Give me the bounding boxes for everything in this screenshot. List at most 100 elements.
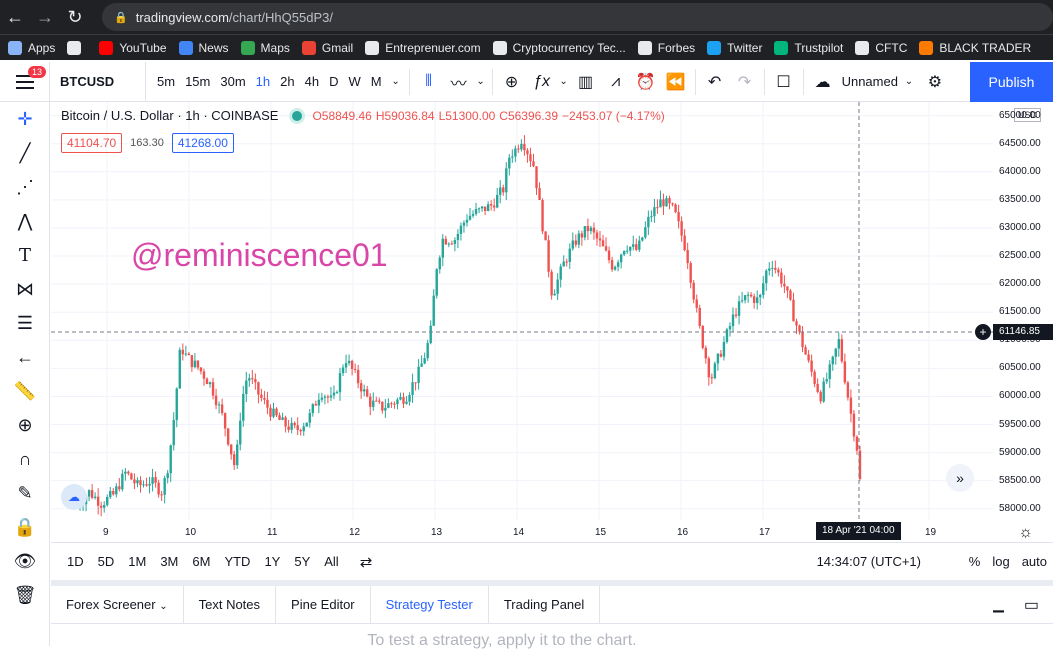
cloud-icon[interactable]: ☁ (808, 62, 838, 102)
bookmark-item[interactable]: News (178, 40, 229, 55)
candle (305, 422, 308, 427)
timeframe-15m[interactable]: 15m (180, 74, 215, 89)
forward-arrow-icon[interactable]: → (30, 0, 60, 34)
range-1y[interactable]: 1Y (257, 554, 287, 569)
chart-pane[interactable]: Bitcoin / U.S. Dollar · 1h · COINBASE O5… (51, 102, 1053, 542)
indicators-icon[interactable]: ƒx (527, 62, 557, 102)
percent-scale-toggle[interactable]: % (969, 554, 981, 569)
timeframe-4h[interactable]: 4h (300, 74, 324, 89)
bookmark-item[interactable]: Forbes (637, 40, 695, 55)
timeframe-W[interactable]: W (343, 74, 365, 89)
chevron-down-icon[interactable]: ⌄ (387, 62, 405, 102)
bookmark-item[interactable]: Cryptocurrency Tec... (492, 40, 626, 55)
pattern-icon[interactable]: ⋀ (0, 204, 50, 238)
menu-button[interactable]: 13 (0, 61, 50, 102)
fullscreen-square-icon[interactable]: ☐ (769, 62, 799, 102)
prediction-tools-icon[interactable]: ☰ (0, 306, 50, 340)
sell-button[interactable]: 41104.70 (61, 133, 123, 153)
candle (172, 420, 175, 446)
bookmark-item[interactable]: Trustpilot (774, 40, 843, 55)
lock-icon[interactable]: 🔒 (0, 510, 50, 544)
clock-timezone[interactable]: 14:34:07 (UTC+1) (817, 554, 921, 569)
range-6m[interactable]: 6M (185, 554, 217, 569)
tab-strategy-tester[interactable]: Strategy Tester (371, 585, 489, 624)
tab-forex-screener[interactable]: Forex Screener ⌄ (51, 585, 184, 624)
candle (308, 413, 311, 423)
candle (752, 296, 756, 303)
settings-sun-icon[interactable]: ☼ (1018, 524, 1033, 542)
maximize-icon[interactable]: ▭ (1024, 595, 1039, 615)
trash-icon[interactable]: 🗑 (0, 578, 50, 612)
settings-gear-icon[interactable]: ⚙ (920, 62, 950, 102)
reload-icon[interactable]: ↻ (60, 0, 90, 34)
timeframe-D[interactable]: D (324, 74, 343, 89)
timeframe-5m[interactable]: 5m (152, 74, 180, 89)
chevron-down-icon[interactable]: ⌄ (898, 62, 920, 102)
zoom-in-icon[interactable]: ⊕ (0, 408, 50, 442)
xabcd-pattern-icon[interactable]: ⋈ (0, 272, 50, 306)
goto-date-icon[interactable]: ⇄ (360, 553, 373, 571)
add-alert-plus-icon[interactable]: + (975, 324, 991, 341)
scroll-to-realtime-icon[interactable]: » (946, 464, 974, 492)
bookmark-item[interactable]: Maps (240, 40, 290, 55)
price-chart[interactable] (51, 102, 993, 522)
compare-add-symbol-icon[interactable]: ⊕ (497, 62, 527, 102)
tab-trading-panel[interactable]: Trading Panel (489, 585, 601, 624)
magnet-icon[interactable]: ∩ (0, 442, 50, 476)
minimize-icon[interactable]: ▁ (993, 596, 1004, 613)
bookmark-item[interactable] (67, 40, 87, 55)
chevron-down-icon[interactable]: ⌄ (474, 62, 488, 102)
candles-chart-type-icon[interactable]: ⫴ (414, 62, 444, 102)
range-3m[interactable]: 3M (153, 554, 185, 569)
timeframe-2h[interactable]: 2h (275, 74, 299, 89)
back-arrow-icon[interactable]: ← (0, 340, 50, 374)
range-5y[interactable]: 5Y (287, 554, 317, 569)
lock-drawing-icon[interactable]: ✎ (0, 476, 50, 510)
templates-icon[interactable]: ⩘ (601, 62, 631, 102)
replay-icon[interactable]: ⏪ (661, 62, 691, 102)
bookmark-label: Cryptocurrency Tec... (512, 40, 626, 55)
range-5d[interactable]: 5D (91, 554, 122, 569)
bookmark-item[interactable]: Apps (8, 40, 55, 55)
tradingview-logo-icon[interactable]: ☁ (61, 484, 87, 510)
globe-icon (637, 40, 652, 55)
price-tick-label: 64500.00 (999, 137, 1041, 149)
candle (112, 491, 115, 495)
trend-line-icon[interactable]: ╱ (0, 136, 50, 170)
timeframe-1h[interactable]: 1h (251, 74, 275, 89)
financials-icon[interactable]: ▥ (571, 62, 601, 102)
symbol-search-button[interactable]: BTCUSD (50, 61, 146, 102)
price-axis[interactable]: USD 65000.00 64500.00 64000.00 63500.00 6300… (993, 102, 1053, 522)
crosshair-icon[interactable]: ✛ (0, 102, 50, 136)
fib-fan-icon[interactable]: ⋰ (0, 170, 50, 204)
auto-scale-toggle[interactable]: auto (1022, 554, 1047, 569)
tab-pine-editor[interactable]: Pine Editor (276, 585, 371, 624)
layout-name-button[interactable]: Unnamed (842, 74, 898, 89)
eye-icon[interactable]: 👁 (0, 544, 50, 578)
undo-icon[interactable]: ↶ (700, 62, 730, 102)
bookmark-item[interactable]: Entreprenuer.com (365, 40, 481, 55)
redo-icon[interactable]: ↷ (730, 62, 760, 102)
back-arrow-icon[interactable]: ← (0, 0, 30, 34)
line-chart-type-icon[interactable]: 〰 (444, 62, 474, 102)
bookmark-item[interactable]: Twitter (707, 40, 762, 55)
range-1d[interactable]: 1D (60, 554, 91, 569)
bookmark-item[interactable]: BLACK TRADER (919, 40, 1031, 55)
text-tool-icon[interactable]: T (0, 238, 50, 272)
range-1m[interactable]: 1M (121, 554, 153, 569)
timeframe-30m[interactable]: 30m (215, 74, 250, 89)
tab-text-notes[interactable]: Text Notes (184, 585, 277, 624)
timeframe-M[interactable]: M (366, 74, 387, 89)
buy-button[interactable]: 41268.00 (171, 133, 234, 153)
log-scale-toggle[interactable]: log (992, 554, 1009, 569)
bookmark-item[interactable]: Gmail (301, 40, 353, 55)
bookmark-item[interactable]: YouTube (99, 40, 167, 55)
address-bar[interactable]: 🔒 tradingview.com/chart/HhQ55dP3/ (102, 3, 1053, 31)
publish-button[interactable]: Publish (970, 62, 1053, 102)
alert-clock-icon[interactable]: ⏰ (631, 62, 661, 102)
ruler-icon[interactable]: 📏 (0, 374, 50, 408)
range-all[interactable]: All (317, 554, 345, 569)
bookmark-item[interactable]: CFTC (855, 40, 907, 55)
chevron-down-icon[interactable]: ⌄ (557, 62, 571, 102)
range-ytd[interactable]: YTD (217, 554, 257, 569)
